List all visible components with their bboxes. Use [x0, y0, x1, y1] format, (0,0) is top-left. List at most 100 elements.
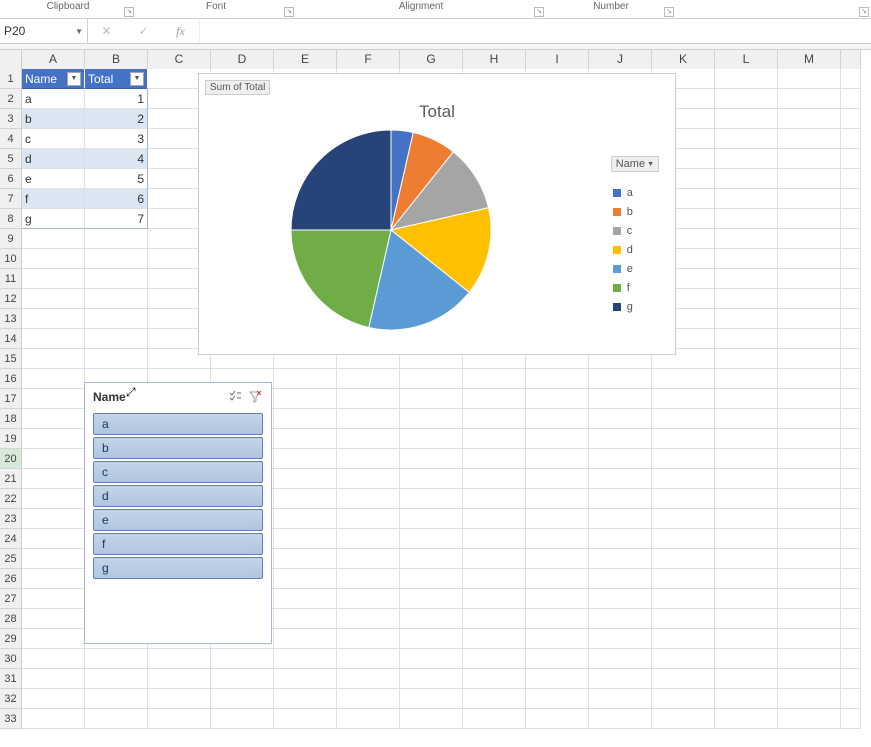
row-header[interactable]: 19	[0, 429, 22, 449]
cell[interactable]	[589, 649, 652, 669]
pie-slice[interactable]	[291, 130, 391, 230]
cell[interactable]	[463, 709, 526, 729]
formula-input[interactable]	[200, 19, 871, 43]
cell[interactable]	[715, 89, 778, 109]
row-header[interactable]: 2	[0, 89, 22, 109]
cell[interactable]	[841, 569, 861, 589]
cell[interactable]	[148, 669, 211, 689]
cell[interactable]: g	[22, 209, 85, 229]
row-header[interactable]: 22	[0, 489, 22, 509]
cell[interactable]	[85, 269, 148, 289]
slicer-item[interactable]: b	[93, 437, 263, 459]
cell[interactable]	[400, 589, 463, 609]
cell[interactable]	[715, 709, 778, 729]
cell[interactable]	[337, 489, 400, 509]
cell[interactable]	[22, 689, 85, 709]
row-header[interactable]: 16	[0, 369, 22, 389]
row-header[interactable]: 25	[0, 549, 22, 569]
cell[interactable]	[526, 529, 589, 549]
dialog-launcher-icon[interactable]: ↘	[124, 7, 134, 17]
cell[interactable]: c	[22, 129, 85, 149]
cell[interactable]	[22, 249, 85, 269]
cell[interactable]	[22, 269, 85, 289]
cell[interactable]: 3	[85, 129, 148, 149]
cell[interactable]	[463, 449, 526, 469]
cell[interactable]	[841, 89, 861, 109]
cell[interactable]	[778, 549, 841, 569]
cell[interactable]	[778, 309, 841, 329]
cell[interactable]	[337, 689, 400, 709]
column-header[interactable]: E	[274, 50, 337, 69]
cell[interactable]	[274, 629, 337, 649]
cell[interactable]	[715, 469, 778, 489]
column-header[interactable]: G	[400, 50, 463, 69]
cell[interactable]	[463, 609, 526, 629]
cell[interactable]	[841, 289, 861, 309]
cell[interactable]	[778, 469, 841, 489]
cell[interactable]	[22, 549, 85, 569]
cell[interactable]	[841, 169, 861, 189]
cell[interactable]	[400, 469, 463, 489]
cell[interactable]	[274, 649, 337, 669]
cell[interactable]	[22, 569, 85, 589]
cell[interactable]	[841, 269, 861, 289]
cell[interactable]	[841, 109, 861, 129]
cell[interactable]	[715, 289, 778, 309]
column-header[interactable]: K	[652, 50, 715, 69]
cell[interactable]	[589, 709, 652, 729]
cell[interactable]	[337, 469, 400, 489]
cancel-icon[interactable]: ✕	[99, 24, 115, 38]
enter-icon[interactable]: ✓	[136, 24, 152, 38]
cell[interactable]	[463, 469, 526, 489]
cell[interactable]	[22, 289, 85, 309]
cell[interactable]	[337, 609, 400, 629]
row-header[interactable]: 14	[0, 329, 22, 349]
column-header[interactable]: B	[85, 50, 148, 69]
cell[interactable]	[841, 389, 861, 409]
cell[interactable]	[274, 489, 337, 509]
cell[interactable]	[652, 589, 715, 609]
cell[interactable]	[337, 529, 400, 549]
cell[interactable]	[715, 149, 778, 169]
cell[interactable]	[148, 689, 211, 709]
cell[interactable]	[778, 509, 841, 529]
cell[interactable]	[274, 549, 337, 569]
cell[interactable]	[526, 409, 589, 429]
cell[interactable]	[841, 709, 861, 729]
cell[interactable]	[22, 489, 85, 509]
cell[interactable]	[22, 349, 85, 369]
cell[interactable]	[274, 449, 337, 469]
cell[interactable]	[589, 689, 652, 709]
cell[interactable]	[778, 69, 841, 89]
row-header[interactable]: 10	[0, 249, 22, 269]
cell[interactable]	[841, 149, 861, 169]
cell[interactable]	[589, 549, 652, 569]
cell[interactable]	[85, 349, 148, 369]
cell[interactable]	[463, 549, 526, 569]
cell[interactable]	[778, 429, 841, 449]
cell[interactable]: 6	[85, 189, 148, 209]
cell[interactable]	[211, 669, 274, 689]
cell[interactable]	[715, 549, 778, 569]
cell[interactable]	[778, 269, 841, 289]
cell[interactable]	[652, 669, 715, 689]
cell[interactable]	[715, 369, 778, 389]
cell[interactable]	[589, 629, 652, 649]
column-header[interactable]: C	[148, 50, 211, 69]
cell[interactable]	[337, 409, 400, 429]
cell[interactable]	[526, 609, 589, 629]
row-header[interactable]: 18	[0, 409, 22, 429]
cell[interactable]	[778, 649, 841, 669]
row-header[interactable]: 4	[0, 129, 22, 149]
row-header[interactable]: 24	[0, 529, 22, 549]
cell[interactable]	[274, 589, 337, 609]
cell[interactable]	[400, 489, 463, 509]
cell[interactable]	[274, 529, 337, 549]
cell[interactable]	[589, 669, 652, 689]
cell[interactable]: 4	[85, 149, 148, 169]
cell[interactable]	[337, 649, 400, 669]
cell[interactable]	[715, 389, 778, 409]
row-header[interactable]: 1	[0, 69, 22, 89]
cell[interactable]	[400, 429, 463, 449]
cell[interactable]	[22, 429, 85, 449]
